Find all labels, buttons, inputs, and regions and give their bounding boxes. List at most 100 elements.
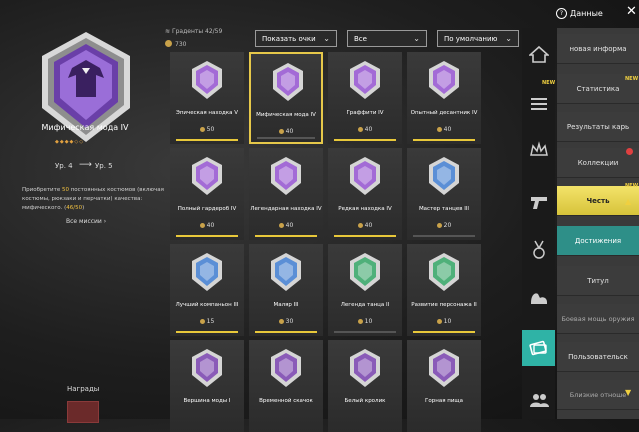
achievement-card[interactable]: Мифическая мода IV 40 xyxy=(249,52,323,144)
home-icon xyxy=(528,45,549,63)
achievement-points: 10 xyxy=(328,318,402,325)
achievement-name: Маляр III xyxy=(273,302,299,308)
achievement-badge-icon xyxy=(429,253,459,291)
sort-dropdown[interactable]: По умолчанию ⌄ xyxy=(437,30,519,47)
menu-weapon-power[interactable]: Боевая мощь оружия xyxy=(557,304,639,334)
achievement-points: 30 xyxy=(249,318,323,325)
achievement-name: Белый кролик xyxy=(344,398,386,404)
menu-results[interactable]: Результаты карь xyxy=(557,112,639,142)
achievement-card[interactable]: Эпическая находка V 50 xyxy=(170,52,244,144)
rail-weapon[interactable] xyxy=(522,184,555,220)
achievement-name: Мастер танцев III xyxy=(418,206,470,212)
progress-bar xyxy=(413,139,475,141)
achievement-badge-icon xyxy=(192,157,222,195)
rail-list[interactable] xyxy=(522,86,555,122)
menu-news[interactable]: новая информа xyxy=(557,34,639,64)
achievement-name: Мифическая мода IV xyxy=(256,112,316,118)
achievement-badge-icon xyxy=(271,253,301,291)
all-missions-link[interactable]: Все миссии › xyxy=(66,218,106,225)
side-menu: новая информа Статистика Результаты карь… xyxy=(557,28,639,419)
coin-icon xyxy=(199,319,205,324)
rail-crown[interactable] xyxy=(522,132,555,168)
achievement-points: 50 xyxy=(170,126,244,133)
progress-bar xyxy=(334,235,396,237)
achievement-name: Граффити IV xyxy=(346,110,384,116)
coins-counter: 730 xyxy=(165,40,186,48)
coin-icon xyxy=(199,223,205,228)
close-icon[interactable]: ✕ xyxy=(626,4,637,19)
chevron-up-icon[interactable]: ▲ xyxy=(625,197,631,206)
coin-icon xyxy=(357,223,363,228)
achievement-name: Легенда танца II xyxy=(340,302,390,308)
achievement-badge-icon xyxy=(192,253,222,291)
achievement-name: Опытный десантник IV xyxy=(410,110,478,116)
show-points-dropdown[interactable]: Показать очки ⌄ xyxy=(255,30,337,47)
progress-bar xyxy=(334,331,396,333)
question-icon: ? xyxy=(556,8,567,19)
progress-bar xyxy=(176,139,238,141)
menu-custom[interactable]: Пользовательск xyxy=(557,342,639,372)
achievement-card[interactable]: Граффити IV 40 xyxy=(328,52,402,144)
achievement-card[interactable]: Развитие персонажа II 10 xyxy=(407,244,481,336)
achievement-badge-icon xyxy=(192,349,222,387)
category-rail: NEW xyxy=(522,28,555,419)
chevron-down-icon: ⌄ xyxy=(413,34,420,43)
achievement-card[interactable]: Временной скачок xyxy=(249,340,323,432)
rail-medal[interactable] xyxy=(522,232,555,268)
rail-achievements[interactable] xyxy=(522,330,555,366)
list-icon xyxy=(530,98,547,110)
coin-icon xyxy=(278,223,284,228)
achievement-card[interactable]: Горная пища xyxy=(407,340,481,432)
crown-icon xyxy=(529,141,548,156)
chevron-down-icon[interactable]: ▼ xyxy=(625,388,631,397)
level-from: Ур. 4 xyxy=(55,162,73,170)
achievement-card[interactable]: Легендарная находка IV 40 xyxy=(249,148,323,240)
new-badge: NEW xyxy=(625,76,639,82)
achievement-card[interactable]: Вершина моды I xyxy=(170,340,244,432)
selected-achievement-title: Мифическая мода IV xyxy=(41,123,129,132)
achievement-card[interactable]: Белый кролик xyxy=(328,340,402,432)
notification-dot xyxy=(626,148,633,155)
progress-bar xyxy=(413,331,475,333)
achievement-badge-icon xyxy=(350,61,380,99)
achievement-card[interactable]: Мастер танцев III 20 xyxy=(407,148,481,240)
menu-titles[interactable]: Титул xyxy=(557,266,639,296)
data-button[interactable]: ? Данные xyxy=(556,8,603,19)
achievement-points: 40 xyxy=(328,222,402,229)
achievement-description: Приобретите 50 постоянных костюмов (вклю… xyxy=(22,187,164,211)
achievement-card[interactable]: Полный гардероб IV 40 xyxy=(170,148,244,240)
achievement-name: Полный гардероб IV xyxy=(177,206,237,212)
reward-item[interactable] xyxy=(67,401,99,423)
wifi-icon: ≋ xyxy=(165,28,171,35)
chevron-down-icon: ⌄ xyxy=(505,34,512,43)
arrow-right-icon: ⟶ xyxy=(79,160,92,170)
achievement-card[interactable]: Редкая находка IV 40 xyxy=(328,148,402,240)
coin-icon xyxy=(278,319,284,324)
progress-bar xyxy=(413,235,475,237)
achievement-badge-icon xyxy=(350,349,380,387)
achievement-card[interactable]: Маляр III 30 xyxy=(249,244,323,336)
achievement-name: Редкая находка IV xyxy=(338,206,392,212)
achievement-card[interactable]: Опытный десантник IV 40 xyxy=(407,52,481,144)
achievement-name: Лучший компаньон III xyxy=(175,302,239,308)
rail-strength[interactable] xyxy=(522,280,555,316)
achievement-card[interactable]: Легенда танца II 10 xyxy=(328,244,402,336)
coin-icon xyxy=(199,127,205,132)
achievement-badge-icon xyxy=(271,349,301,387)
menu-achievements[interactable]: Достижения xyxy=(557,226,639,256)
cards-icon xyxy=(528,340,547,356)
rail-friends[interactable] xyxy=(522,382,555,418)
achievement-badge-icon xyxy=(429,157,459,195)
coin-icon xyxy=(165,40,172,47)
rewards-label: Награды xyxy=(67,385,100,393)
progress-bar xyxy=(176,235,238,237)
achievement-card[interactable]: Лучший компаньон III 15 xyxy=(170,244,244,336)
rail-home[interactable] xyxy=(522,36,555,72)
category-dropdown[interactable]: Все ⌄ xyxy=(347,30,427,47)
achievement-points: 15 xyxy=(170,318,244,325)
progress-bar xyxy=(176,331,238,333)
achievement-points: 40 xyxy=(328,126,402,133)
coin-icon xyxy=(436,127,442,132)
progress-bar xyxy=(334,139,396,141)
coin-icon xyxy=(278,129,284,134)
